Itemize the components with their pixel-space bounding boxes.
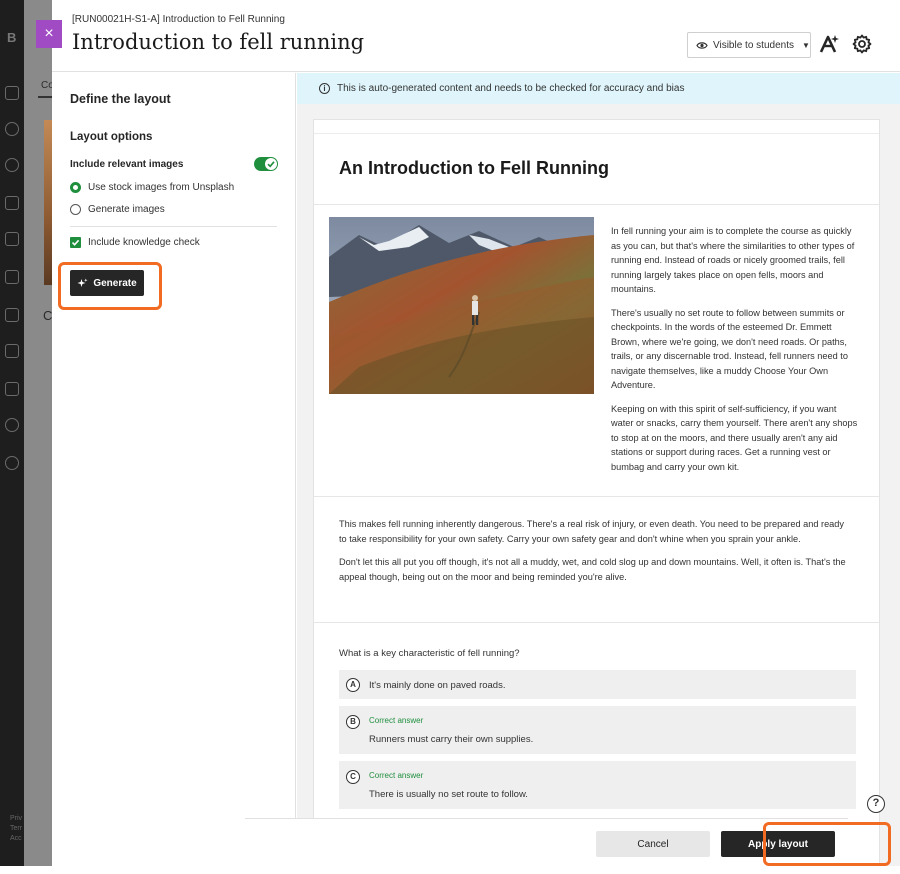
help-icon[interactable]: ? [867,795,885,813]
knowledge-check-checkbox[interactable] [70,237,81,248]
courses-icon [5,196,19,210]
knowledge-check-option[interactable]: Include knowledge check [70,237,200,248]
full-width-text: This makes fell running inherently dange… [339,517,854,593]
section-divider [314,204,879,205]
institution-icon [5,86,19,100]
check-icon [267,161,275,168]
background-footer-links: Priv Terr Acc [10,814,22,844]
ai-design-assistant-icon[interactable] [818,33,840,55]
preview-panel[interactable]: i This is auto-generated content and nee… [297,73,900,866]
check-icon [71,239,80,246]
background-card-title: C [43,308,53,323]
modal-header: [RUN00021H-S1-A] Introduction to Fell Ru… [52,0,900,72]
chevron-down-icon: ▼ [801,40,810,50]
generated-document: An Introduction to Fell Running In fell … [313,119,880,866]
generate-label: Generate [93,277,137,289]
background-content: Co C [24,0,54,866]
sign-out-icon [5,456,19,470]
bottom-edge [0,866,900,874]
footer-link-terms: Terr [10,825,23,832]
include-images-label: Include relevant images [70,159,184,170]
radio-label: Generate images [88,204,165,215]
account-icon [5,418,19,432]
answer-option-a[interactable]: A It's mainly done on paved roads. [339,670,856,699]
grades-icon [5,344,19,358]
answer-letter-a: A [346,678,360,692]
fell-running-image [329,217,594,394]
background-logo: B [7,30,17,45]
generate-button[interactable]: Generate [70,270,144,296]
answer-option-c[interactable]: C Correct answer There is usually no set… [339,761,856,809]
info-icon: i [319,83,330,94]
correct-answer-label: Correct answer [369,716,424,725]
paragraph: There's usually no set route to follow b… [611,307,848,391]
cancel-button[interactable]: Cancel [596,831,710,857]
paragraph: Don't let this all put you off though, i… [339,557,846,582]
paragraph: In fell running your aim is to complete … [611,226,855,294]
divider [70,226,277,227]
gear-icon[interactable] [851,33,873,55]
apply-layout-highlight [763,822,891,866]
page-title: Introduction to fell running [72,30,365,54]
close-button[interactable]: × [36,20,62,48]
visibility-dropdown[interactable]: Visible to students ▼ [687,32,811,58]
paragraph: Keeping on with this spirit of self-suff… [611,403,858,472]
layout-options-panel: Define the layout Layout options Include… [52,73,296,866]
profile-icon [5,122,19,136]
globe-icon [5,158,19,172]
knowledge-check-question: What is a key characteristic of fell run… [339,648,520,659]
answer-option-b[interactable]: B Correct answer Runners must carry thei… [339,706,856,754]
calendar-icon [5,270,19,284]
radio-button-selected[interactable] [70,182,81,193]
modal-footer: Cancel Apply layout [245,818,848,866]
paragraph: This makes fell running inherently dange… [339,519,844,544]
toggle-knob [265,158,277,170]
layout-modal: [RUN00021H-S1-A] Introduction to Fell Ru… [52,0,900,866]
groups-icon [5,232,19,246]
ai-disclaimer-banner: i This is auto-generated content and nee… [297,73,900,104]
tools-icon [5,382,19,396]
knowledge-check-label: Include knowledge check [88,237,200,248]
include-images-toggle[interactable] [254,157,278,171]
answer-text: Runners must carry their own supplies. [369,734,534,745]
visibility-label: Visible to students [713,39,794,51]
radio-stock-images[interactable]: Use stock images from Unsplash [70,182,234,193]
footer-link-accessibility: Acc [10,835,22,842]
radio-button[interactable] [70,204,81,215]
answer-letter-b: B [346,715,360,729]
radio-label: Use stock images from Unsplash [88,182,235,193]
intro-text-column: In fell running your aim is to complete … [611,224,861,483]
panel-title: Define the layout [70,92,171,106]
eye-icon [696,41,708,49]
answer-text: There is usually no set route to follow. [369,789,528,800]
course-code: [RUN00021H-S1-A] Introduction to Fell Ru… [72,14,285,25]
layout-options-heading: Layout options [70,131,153,143]
background-card-image [44,120,52,285]
radio-generate-images[interactable]: Generate images [70,204,165,215]
banner-text: This is auto-generated content and needs… [337,83,685,94]
document-title: An Introduction to Fell Running [339,158,609,178]
messages-icon [5,308,19,322]
footer-link-privacy: Priv [10,815,23,822]
background-tab-underline [38,96,52,98]
document-top-bar [314,120,879,134]
section-divider [314,496,879,497]
correct-answer-label: Correct answer [369,771,424,780]
background-nav-rail: B Priv Terr Acc [0,0,24,866]
answer-text: It's mainly done on paved roads. [369,680,506,691]
answer-letter-c: C [346,770,360,784]
section-divider [314,622,879,623]
sparkle-icon [77,278,88,287]
